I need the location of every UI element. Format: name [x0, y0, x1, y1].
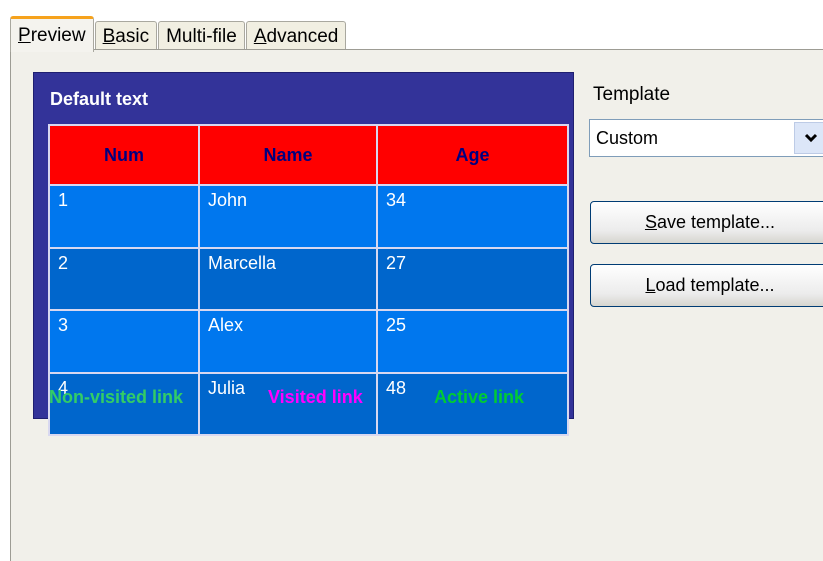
- table-row: 1 John 34: [48, 184, 569, 249]
- table-cell: 27: [376, 246, 569, 311]
- table-header-row: Num Name Age: [48, 124, 569, 186]
- tab-preview-label: Preview: [18, 24, 86, 46]
- preview-area: Default text Num Name Age 1 John 34 2 Ma…: [33, 72, 574, 436]
- tab-basic-label: Basic: [102, 25, 150, 47]
- table-cell: 1: [48, 184, 200, 249]
- table-cell: John: [198, 184, 378, 249]
- table-row: 2 Marcella 27: [48, 246, 569, 311]
- header-age: Age: [376, 124, 569, 186]
- tab-strip: Preview Basic Multi-file Advanced: [10, 12, 347, 52]
- non-visited-link-sample: Non-visited link: [49, 387, 184, 407]
- template-selected-value: Custom: [596, 128, 659, 148]
- table-cell: Alex: [198, 309, 378, 374]
- tab-advanced-label: Advanced: [253, 25, 339, 47]
- table-row: 3 Alex 25: [48, 309, 569, 374]
- save-template-button[interactable]: Save template...: [590, 201, 823, 244]
- tab-advanced[interactable]: Advanced: [245, 21, 347, 51]
- header-name: Name: [198, 124, 378, 186]
- table-cell: 34: [376, 184, 569, 249]
- load-template-button[interactable]: Load template...: [590, 264, 823, 307]
- template-select[interactable]: Custom: [589, 119, 823, 157]
- table-cell: 25: [376, 309, 569, 374]
- tab-basic[interactable]: Basic: [94, 21, 158, 51]
- template-label: Template: [593, 84, 671, 105]
- table-cell: Marcella: [198, 246, 378, 311]
- active-link-sample: Active link: [434, 387, 525, 407]
- table-cell: 2: [48, 246, 200, 311]
- default-text-sample: Default text: [50, 89, 149, 109]
- tab-preview[interactable]: Preview: [10, 16, 94, 52]
- visited-link-sample: Visited link: [268, 387, 363, 407]
- table-cell: 3: [48, 309, 200, 374]
- tab-multi-file-label: Multi-file: [166, 25, 237, 47]
- header-num: Num: [48, 124, 200, 186]
- chevron-down-icon[interactable]: [794, 122, 823, 154]
- tab-multi-file[interactable]: Multi-file: [158, 21, 245, 51]
